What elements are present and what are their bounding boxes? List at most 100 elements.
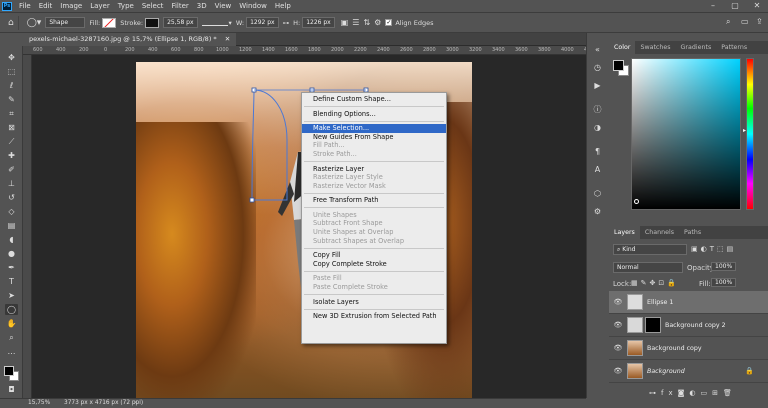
menu-item-rasterize-layer[interactable]: Rasterize Layer (302, 165, 446, 174)
menu-item-rasterize-layer-style[interactable]: Rasterize Layer Style (302, 173, 446, 182)
layer-filter-kind-select[interactable]: ⌕ Kind (613, 244, 687, 255)
visibility-eye-icon[interactable]: 👁 (612, 321, 624, 329)
menu-item-free-transform-path[interactable]: Free Transform Path (302, 196, 446, 205)
blur-tool-icon[interactable]: ◖ (5, 234, 18, 245)
opacity-input[interactable]: 100% (711, 262, 737, 271)
brush-tool-icon[interactable]: ✐ (5, 164, 18, 175)
menu-item-copy-complete-stroke[interactable]: Copy Complete Stroke (302, 260, 446, 269)
menu-window[interactable]: Window (235, 2, 271, 10)
layer-row[interactable]: 👁 Background copy 2 (609, 314, 768, 337)
menu-item-paste-complete-stroke[interactable]: Paste Complete Stroke (302, 283, 446, 292)
layer-filter-kind[interactable]: ⌕ Kind (613, 244, 687, 255)
menu-item-isolate-layers[interactable]: Isolate Layers (302, 298, 446, 307)
menu-item-rasterize-vector-mask[interactable]: Rasterize Vector Mask (302, 182, 446, 191)
layer-mask-thumbnail[interactable] (645, 317, 661, 333)
menu-edit[interactable]: Edit (35, 2, 57, 10)
path-operations-icon[interactable]: ▣ (341, 18, 349, 27)
layer-name[interactable]: Background (647, 368, 685, 375)
menu-item-copy-fill[interactable]: Copy Fill (302, 251, 446, 260)
link-icon[interactable]: ⊶ (283, 19, 290, 27)
tool-mode-select[interactable]: Shape (45, 17, 86, 28)
layer-row[interactable]: 👁 Ellipse 1 (609, 291, 768, 314)
more-tools-icon[interactable]: … (5, 346, 18, 357)
gradient-tool-icon[interactable]: ▤ (5, 220, 18, 231)
history-brush-tool-icon[interactable]: ↺ (5, 192, 18, 203)
hue-slider-handle-icon[interactable]: ▸ (743, 127, 746, 134)
menu-item-blending-options[interactable]: Blending Options... (302, 110, 446, 119)
menu-item-subtract-front-shape[interactable]: Subtract Front Shape (302, 219, 446, 228)
width-input[interactable]: 1292 px (246, 17, 279, 28)
menu-file[interactable]: File (15, 2, 35, 10)
tab-color[interactable]: Color (609, 41, 636, 54)
hue-slider[interactable]: ▸ (743, 58, 754, 210)
layer-name[interactable]: Background copy 2 (665, 322, 726, 329)
menu-item-unite-shapes-at-overlap[interactable]: Unite Shapes at Overlap (302, 228, 446, 237)
marquee-tool-icon[interactable]: ⬚ (5, 66, 18, 77)
fill-value[interactable]: 100% (711, 278, 737, 287)
color-picker-handle[interactable] (634, 199, 639, 204)
menu-item-subtract-shapes-at-overlap[interactable]: Subtract Shapes at Overlap (302, 237, 446, 246)
stroke-width-input[interactable]: 25,58 px (163, 17, 198, 28)
lasso-tool-icon[interactable]: ℓ (5, 80, 18, 91)
properties-panel-icon[interactable]: ⚙ (592, 207, 603, 217)
type-tool-icon[interactable]: T (5, 276, 18, 287)
menu-layer[interactable]: Layer (86, 2, 114, 10)
menu-view[interactable]: View (211, 2, 236, 10)
menu-3d[interactable]: 3D (193, 2, 211, 10)
menu-type[interactable]: Type (114, 2, 138, 10)
layers-panel-footer-icons[interactable]: ⊶fx◙◐▭⊞🗑 (649, 389, 737, 397)
path-arrangement-icon[interactable]: ⇅ (363, 18, 370, 27)
actions-panel-icon[interactable]: ▶ (592, 81, 603, 91)
menu-item-stroke-path[interactable]: Stroke Path... (302, 150, 446, 159)
blend-mode-value[interactable]: Normal (613, 262, 683, 273)
pen-tool-icon[interactable]: ✒ (5, 262, 18, 273)
tab-layers[interactable]: Layers (609, 226, 640, 239)
move-tool-icon[interactable]: ✥ (5, 52, 18, 63)
share-icon[interactable]: ⇪ (756, 17, 763, 26)
color-panel-fg-bg[interactable] (613, 60, 629, 76)
foreground-color-swatch[interactable] (4, 366, 14, 376)
stroke-type-select[interactable] (201, 20, 228, 26)
layer-name[interactable]: Background copy (647, 345, 702, 352)
path-selection-tool-icon[interactable]: ➤ (5, 290, 18, 301)
eyedropper-tool-icon[interactable]: ⟋ (5, 136, 18, 147)
quick-selection-tool-icon[interactable]: ✎ (5, 94, 18, 105)
foreground-color-chip[interactable] (613, 60, 624, 71)
healing-brush-tool-icon[interactable]: ✚ (5, 150, 18, 161)
menu-select[interactable]: Select (138, 2, 168, 10)
menu-filter[interactable]: Filter (167, 2, 192, 10)
tab-patterns[interactable]: Patterns (716, 41, 752, 54)
menu-item-make-selection[interactable]: Make Selection... (302, 124, 446, 133)
blend-mode-select[interactable]: Normal (613, 262, 683, 273)
hand-tool-icon[interactable]: ✋ (5, 318, 18, 329)
paragraph-panel-icon[interactable]: ¶ (592, 147, 603, 157)
visibility-eye-icon[interactable]: 👁 (612, 344, 624, 352)
tab-swatches[interactable]: Swatches (635, 41, 675, 54)
history-panel-icon[interactable]: ◷ (592, 63, 603, 73)
menu-item-unite-shapes[interactable]: Unite Shapes (302, 211, 446, 220)
close-button[interactable]: ✕ (746, 0, 768, 12)
menu-item-define-custom-shape[interactable]: Define Custom Shape... (302, 95, 446, 104)
menu-image[interactable]: Image (56, 2, 86, 10)
eraser-tool-icon[interactable]: ◇ (5, 206, 18, 217)
minimize-button[interactable]: – (702, 0, 724, 12)
opacity-value[interactable]: 100% (711, 262, 737, 271)
maximize-button[interactable]: ▢ (724, 0, 746, 12)
frame-tool-icon[interactable]: ⊠ (5, 122, 18, 133)
menu-item-paste-fill[interactable]: Paste Fill (302, 274, 446, 283)
zoom-level[interactable]: 15,75% (28, 400, 50, 406)
layer-name[interactable]: Ellipse 1 (647, 299, 673, 306)
document-tab[interactable]: pexels-michael-3287160.jpg @ 15,7% (Elli… (23, 33, 237, 46)
clone-stamp-tool-icon[interactable]: ⊥ (5, 178, 18, 189)
character-panel-icon[interactable]: A (592, 165, 603, 175)
tab-channels[interactable]: Channels (640, 226, 679, 239)
tab-paths[interactable]: Paths (679, 226, 706, 239)
color-picker-field[interactable] (631, 58, 741, 210)
layer-row[interactable]: 👁 Background 🔒 (609, 360, 768, 383)
dodge-tool-icon[interactable]: ● (5, 248, 18, 259)
ellipse-tool-preset-icon[interactable]: ◯▾ (27, 18, 42, 28)
home-icon[interactable]: ⌂ (8, 18, 14, 28)
search-icon[interactable]: ⌕ (726, 17, 730, 27)
path-alignment-icon[interactable]: ☰ (352, 18, 359, 27)
menu-item-fill-path[interactable]: Fill Path... (302, 141, 446, 150)
